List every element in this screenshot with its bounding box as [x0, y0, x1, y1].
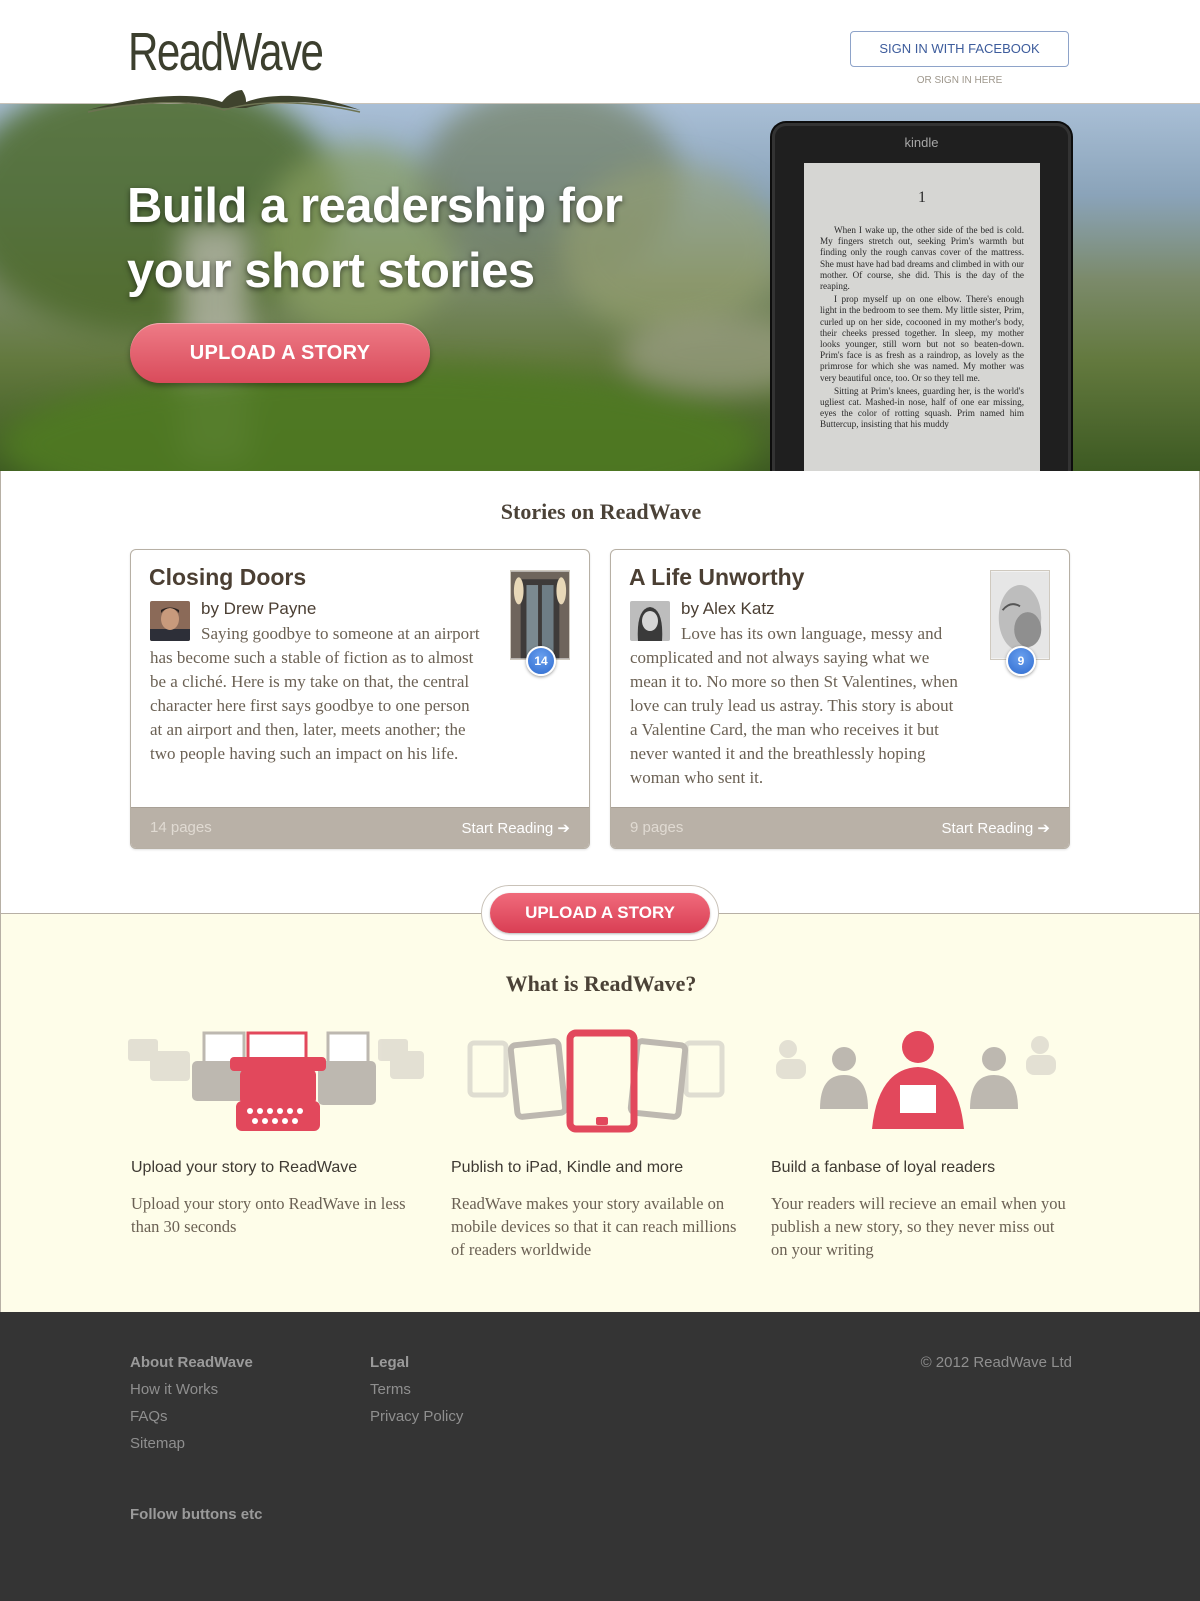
story-card-footer: 14 pages Start Reading ➔: [131, 807, 589, 848]
kindle-device-image: kindle 1 When I wake up, the other side …: [772, 123, 1071, 471]
feature-description: Upload your story onto ReadWave in less …: [131, 1194, 406, 1236]
sign-in-facebook-button[interactable]: SIGN IN WITH FACEBOOK: [850, 31, 1069, 67]
kindle-page-number: 1: [918, 189, 926, 206]
feature-title: Upload your story to ReadWave: [131, 1159, 358, 1176]
footer-legal-column: Legal Terms Privacy Policy: [370, 1354, 463, 1435]
footer-link-sitemap[interactable]: Sitemap: [130, 1435, 253, 1452]
start-reading-link[interactable]: Start Reading ➔: [942, 819, 1050, 837]
footer-about-column: About ReadWave How it Works FAQs Sitemap: [130, 1354, 253, 1462]
footer-copyright: © 2012 ReadWave Ltd: [920, 1354, 1072, 1371]
readers-icon: [776, 1031, 1056, 1129]
stories-title: Stories on ReadWave: [500, 499, 702, 524]
footer-link-faqs[interactable]: FAQs: [130, 1408, 253, 1425]
story-title[interactable]: A Life Unworthy: [629, 564, 804, 591]
stories-section: Stories on ReadWave Closing Doors by Dre…: [0, 471, 1200, 914]
book-swoosh-icon: [87, 90, 361, 113]
footer-link-privacy[interactable]: Privacy Policy: [370, 1408, 463, 1425]
feature-title: Build a fanbase of loyal readers: [771, 1159, 996, 1176]
kindle-brand-label: kindle: [904, 135, 939, 150]
story-card-footer: 9 pages Start Reading ➔: [611, 807, 1069, 848]
kindle-page-text: When I wake up, the other side of the be…: [820, 225, 1024, 431]
hero-title: Build a readership for your short storie…: [127, 174, 687, 304]
story-title[interactable]: Closing Doors: [149, 564, 306, 591]
upload-story-button[interactable]: UPLOAD A STORY: [490, 893, 710, 933]
kindle-screen: 1 When I wake up, the other side of the …: [804, 163, 1040, 471]
feature-description: ReadWave makes your story available on m…: [451, 1194, 737, 1259]
footer-follow-buttons: Follow buttons etc: [130, 1506, 263, 1523]
hero-upload-story-button[interactable]: UPLOAD A STORY: [130, 323, 430, 383]
footer-about-heading[interactable]: About ReadWave: [130, 1354, 253, 1371]
what-is-title: What is ReadWave?: [505, 971, 697, 996]
story-pages: 14 pages: [150, 819, 212, 836]
hero-title-line2: your short stories: [127, 244, 535, 298]
story-description: Love has its own language, messy and com…: [630, 624, 958, 787]
feature-description: Your readers will recieve an email when …: [771, 1194, 1066, 1259]
upload-story-button-frame: UPLOAD A STORY: [481, 885, 719, 941]
story-card[interactable]: Closing Doors by Drew Payne Saying goodb…: [130, 549, 590, 849]
story-author[interactable]: by Alex Katz: [681, 599, 775, 619]
start-reading-link[interactable]: Start Reading ➔: [462, 819, 570, 837]
site-footer: About ReadWave How it Works FAQs Sitemap…: [0, 1312, 1200, 1601]
sign-in-here-link[interactable]: OR SIGN IN HERE: [850, 75, 1069, 86]
story-page-count-badge: 9: [1006, 646, 1036, 676]
story-author[interactable]: by Drew Payne: [201, 599, 316, 619]
tablet-icon: [467, 1029, 725, 1133]
footer-link-how-it-works[interactable]: How it Works: [130, 1381, 253, 1398]
readwave-logo[interactable]: ReadWave: [128, 24, 324, 80]
footer-legal-heading: Legal: [370, 1354, 410, 1371]
kindle-paragraph: I prop myself up on one elbow. There's e…: [820, 294, 1024, 383]
what-is-section: What is ReadWave? Upload your story to R…: [0, 913, 1200, 1312]
story-description: Saying goodbye to someone at an airport …: [150, 624, 480, 763]
story-pages: 9 pages: [630, 819, 684, 836]
kindle-paragraph: Sitting at Prim's knees, guarding her, i…: [820, 385, 1024, 430]
footer-link-terms[interactable]: Terms: [370, 1381, 463, 1398]
story-card[interactable]: A Life Unworthy by Alex Katz Love has it…: [610, 549, 1070, 849]
hero-banner: Build a readership for your short storie…: [0, 104, 1200, 471]
feature-title: Publish to iPad, Kindle and more: [451, 1159, 684, 1176]
hero-title-line1: Build a readership for: [127, 179, 623, 233]
story-page-count-badge: 14: [526, 646, 556, 676]
typewriter-icon: [128, 1031, 424, 1131]
kindle-paragraph: When I wake up, the other side of the be…: [820, 225, 1024, 292]
